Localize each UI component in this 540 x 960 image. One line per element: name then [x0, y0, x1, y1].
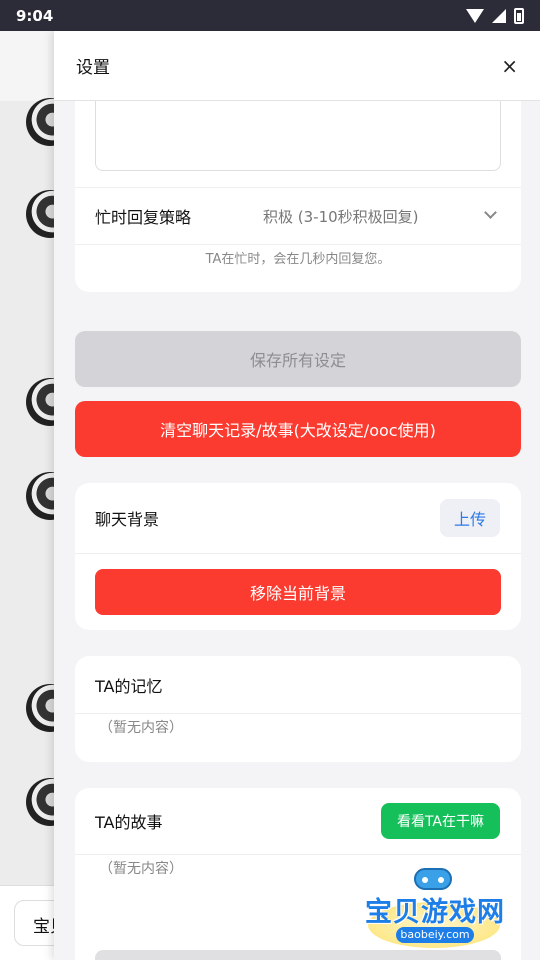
gamepad-icon	[414, 868, 452, 890]
settings-card-reply: 忙时回复策略 积极 (3-10秒积极回复) TA在忙时，会在几秒内回复您。	[75, 101, 521, 292]
memory-row: TA的记忆	[75, 656, 521, 713]
memory-label: TA的记忆	[95, 676, 163, 696]
status-icons	[466, 7, 524, 24]
page-title: 设置	[76, 58, 110, 78]
signal-icon	[492, 8, 506, 23]
battery-icon	[514, 7, 524, 24]
memory-empty-text: （暂无内容）	[99, 720, 183, 736]
divider	[75, 553, 521, 554]
chat-background-card: 聊天背景 上传 移除当前背景	[75, 483, 521, 630]
divider	[75, 244, 521, 245]
watermark-brand: 宝贝游戏网	[365, 897, 505, 928]
story-label: TA的故事	[95, 813, 163, 832]
divider	[75, 854, 521, 855]
status-time: 9:04	[16, 6, 54, 25]
watermark-logo: 宝贝游戏网 baobeiy.com	[360, 868, 510, 956]
chat-background-label: 聊天背景	[95, 510, 160, 529]
busy-reply-select[interactable]: 忙时回复策略 积极 (3-10秒积极回复)	[75, 188, 521, 244]
upload-button[interactable]: 上传	[440, 499, 500, 537]
wifi-icon	[466, 8, 484, 23]
busy-reply-label: 忙时回复策略	[95, 208, 192, 227]
clear-history-button[interactable]: 清空聊天记录/故事(大改设定/ooc使用)	[75, 401, 521, 457]
status-bar: 9:04	[0, 0, 540, 31]
prompt-textarea[interactable]	[95, 101, 501, 171]
story-empty-text: （暂无内容）	[99, 861, 183, 877]
view-story-button[interactable]: 看看TA在干嘛	[381, 803, 500, 839]
chevron-down-icon	[484, 206, 497, 219]
watermark-url: baobeiy.com	[396, 927, 474, 943]
memory-card: TA的记忆 （暂无内容）	[75, 656, 521, 762]
settings-panel: 设置 × 忙时回复策略 积极 (3-10秒积极回复) TA在忙时，会在几秒内回复…	[54, 31, 540, 960]
remove-background-button[interactable]: 移除当前背景	[95, 569, 501, 615]
divider	[75, 713, 521, 714]
busy-reply-hint: TA在忙时，会在几秒内回复您。	[205, 252, 391, 267]
close-icon[interactable]: ×	[501, 56, 518, 76]
save-button[interactable]: 保存所有设定	[75, 331, 521, 387]
settings-header: 设置 ×	[54, 31, 540, 101]
busy-reply-value: 积极 (3-10秒积极回复)	[263, 207, 419, 226]
